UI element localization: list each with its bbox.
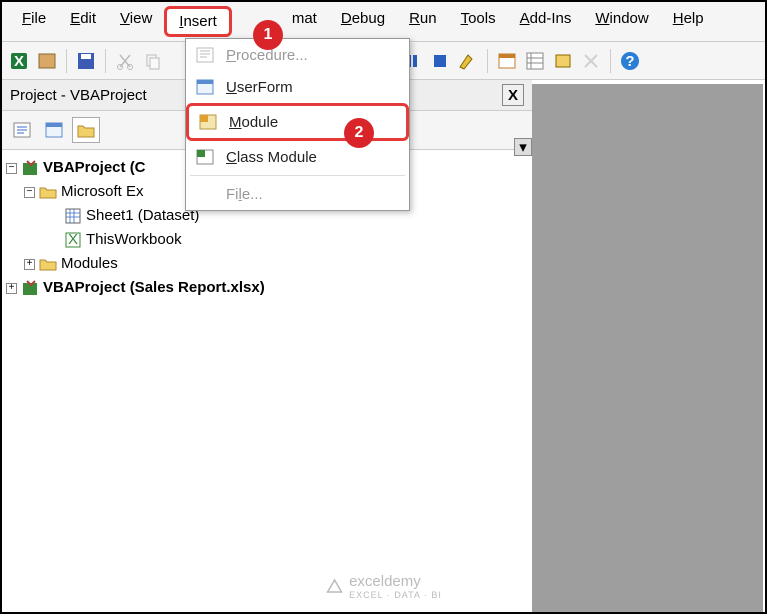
tree-modules-folder[interactable]: + Modules <box>6 252 528 276</box>
watermark-logo-icon <box>325 578 343 596</box>
view-code-icon[interactable] <box>8 117 36 143</box>
worksheet-icon <box>64 207 82 225</box>
view-icon[interactable] <box>36 50 58 72</box>
watermark: exceldemy EXCEL · DATA · BI <box>325 573 442 600</box>
tree-sheet1-label: Sheet1 (Dataset) <box>86 204 199 228</box>
tree-thisworkbook[interactable]: X ThisWorkbook <box>6 228 528 252</box>
menu-edit[interactable]: Edit <box>58 6 108 37</box>
menu-insert[interactable]: Insert <box>164 6 232 37</box>
dropdown-userform[interactable]: UserForm <box>186 71 409 103</box>
svg-text:?: ? <box>625 53 634 70</box>
vba-project-icon <box>21 159 39 177</box>
object-browser-icon[interactable] <box>552 50 574 72</box>
svg-text:X: X <box>68 231 78 248</box>
help-icon[interactable]: ? <box>619 50 641 72</box>
tree-project-1-label: VBAProject (C <box>43 159 146 176</box>
menu-run[interactable]: Run <box>397 6 449 37</box>
expand-icon[interactable]: + <box>6 283 17 294</box>
menu-debug[interactable]: Debug <box>329 6 397 37</box>
workbook-icon: X <box>64 231 82 249</box>
tree-modules-label: Modules <box>61 252 118 276</box>
dropdown-separator <box>190 175 405 176</box>
tree-project-2-label: VBAProject (Sales Report.xlsx) <box>43 276 265 300</box>
expand-icon[interactable]: + <box>24 259 35 270</box>
vba-project-icon <box>21 279 39 297</box>
dropdown-module[interactable]: Module <box>186 103 409 141</box>
dropdown-file: File... <box>186 178 409 210</box>
toolbar-separator <box>610 49 611 73</box>
toolbox-icon[interactable] <box>580 50 602 72</box>
menu-view[interactable]: View <box>108 6 164 37</box>
save-icon[interactable] <box>75 50 97 72</box>
menu-file[interactable]: FFileile <box>10 6 58 37</box>
folder-icon <box>39 256 57 272</box>
watermark-tag: EXCEL · DATA · BI <box>349 590 442 600</box>
callout-2: 2 <box>344 118 374 148</box>
blank-icon <box>194 184 216 204</box>
tree-thisworkbook-label: ThisWorkbook <box>86 228 182 252</box>
cut-icon[interactable] <box>114 50 136 72</box>
dropdown-procedure: Procedure... <box>186 39 409 71</box>
insert-dropdown: Procedure... UserForm Module Class Modul… <box>185 38 410 211</box>
menu-format-label: mat <box>292 10 317 27</box>
watermark-brand: exceldemy <box>349 573 421 590</box>
menu-help[interactable]: Help <box>661 6 716 37</box>
collapse-icon[interactable]: − <box>24 187 35 198</box>
stop-icon[interactable] <box>429 50 451 72</box>
svg-text:X: X <box>14 53 24 70</box>
design-icon[interactable] <box>457 50 479 72</box>
menu-tools[interactable]: Tools <box>449 6 508 37</box>
properties-icon[interactable] <box>524 50 546 72</box>
procedure-icon <box>194 45 216 65</box>
tree-ms-excel-label: Microsoft Ex <box>61 180 144 204</box>
menu-window[interactable]: Window <box>583 6 660 37</box>
excel-icon[interactable]: X <box>8 50 30 72</box>
project-panel-title: Project - VBAProject <box>10 87 147 104</box>
collapse-icon[interactable]: − <box>6 163 17 174</box>
menu-addins[interactable]: Add-Ins <box>508 6 584 37</box>
view-object-icon[interactable] <box>40 117 68 143</box>
toolbar-separator <box>105 49 106 73</box>
dropdown-class-module[interactable]: Class Module <box>186 141 409 173</box>
menubar: FFileile Edit View Insert mat Debug Run … <box>2 2 765 42</box>
userform-icon <box>194 77 216 97</box>
code-pane <box>532 84 763 612</box>
project-explorer-icon[interactable] <box>496 50 518 72</box>
chevron-down-icon[interactable]: ▾ <box>514 138 532 156</box>
copy-icon[interactable] <box>142 50 164 72</box>
folder-open-icon <box>39 184 57 200</box>
toolbar-separator <box>487 49 488 73</box>
callout-1: 1 <box>253 20 283 50</box>
code-combo-area: ▾ <box>432 102 532 152</box>
tree-project-2[interactable]: + VBAProject (Sales Report.xlsx) <box>6 276 528 300</box>
toolbar-separator <box>66 49 67 73</box>
module-icon <box>197 112 219 132</box>
toggle-folders-icon[interactable] <box>72 117 100 143</box>
class-module-icon <box>194 147 216 167</box>
